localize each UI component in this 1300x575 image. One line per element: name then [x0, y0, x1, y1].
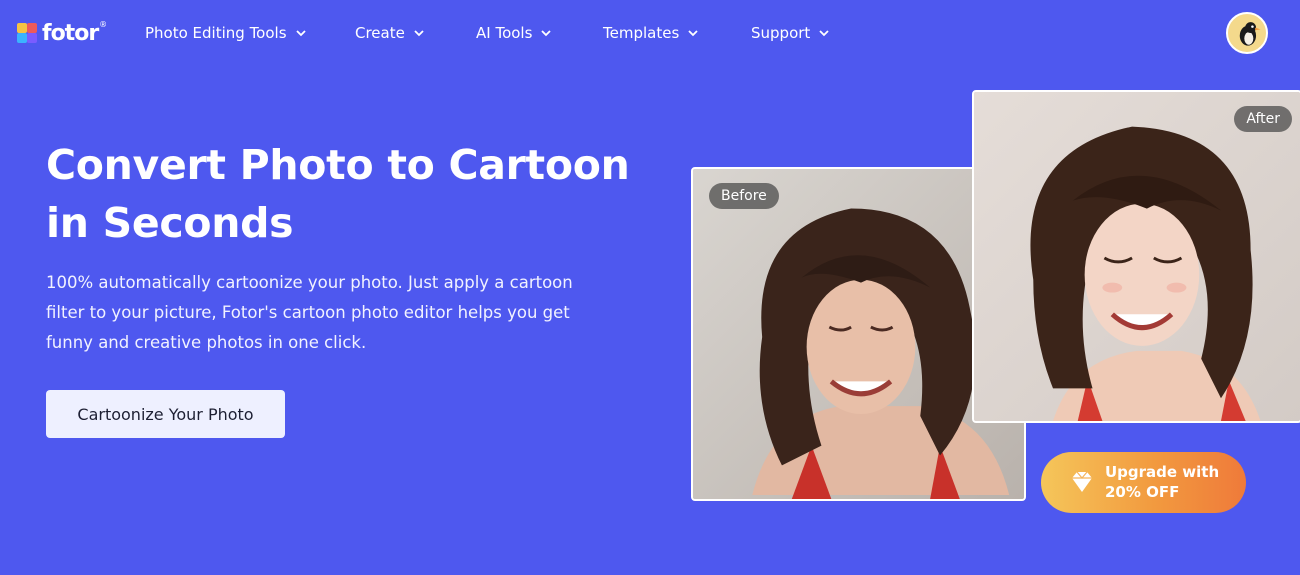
nav-item-label: Support	[751, 24, 811, 42]
user-avatar[interactable]	[1226, 12, 1268, 54]
nav-item-label: Photo Editing Tools	[145, 24, 287, 42]
hero-description: 100% automatically cartoonize your photo…	[46, 273, 573, 352]
registered-mark: ®	[99, 19, 108, 29]
logo-text: fotor	[42, 20, 99, 46]
upgrade-discount-button[interactable]: Upgrade with 20% OFF	[1041, 452, 1246, 513]
after-label: After	[1234, 106, 1292, 132]
chevron-down-icon	[688, 30, 698, 37]
after-cartoon-illustration	[974, 92, 1300, 421]
upgrade-text: Upgrade with 20% OFF	[1105, 462, 1235, 502]
nav-item-label: AI Tools	[476, 24, 533, 42]
before-label: Before	[709, 183, 779, 209]
cartoonize-photo-button[interactable]: Cartoonize Your Photo	[46, 390, 285, 438]
chevron-down-icon	[295, 30, 306, 37]
nav-photo-editing-tools[interactable]: Photo Editing Tools	[145, 22, 307, 44]
upgrade-line-2: 20% OFF	[1105, 483, 1180, 501]
nav-item-label: Templates	[603, 24, 680, 42]
top-navigation: fotor ® Photo Editing Tools Create AI To…	[0, 0, 1300, 66]
fotor-logo[interactable]: fotor ®	[16, 18, 107, 48]
diamond-icon	[1072, 471, 1092, 492]
nav-support[interactable]: Support	[751, 22, 830, 44]
penguin-avatar-icon	[1239, 22, 1261, 46]
nav-templates[interactable]: Templates	[603, 22, 699, 44]
chevron-down-icon	[541, 30, 552, 37]
chevron-down-icon	[414, 30, 424, 37]
fotor-logo-icon	[17, 23, 37, 43]
after-image: After	[972, 90, 1300, 423]
nav-item-label: Create	[355, 24, 405, 42]
nav-create[interactable]: Create	[355, 22, 425, 44]
page-title: Convert Photo to Cartoon in Seconds	[46, 141, 630, 247]
upgrade-line-1: Upgrade with	[1105, 463, 1220, 481]
nav-ai-tools[interactable]: AI Tools	[476, 22, 552, 44]
chevron-down-icon	[819, 30, 829, 37]
